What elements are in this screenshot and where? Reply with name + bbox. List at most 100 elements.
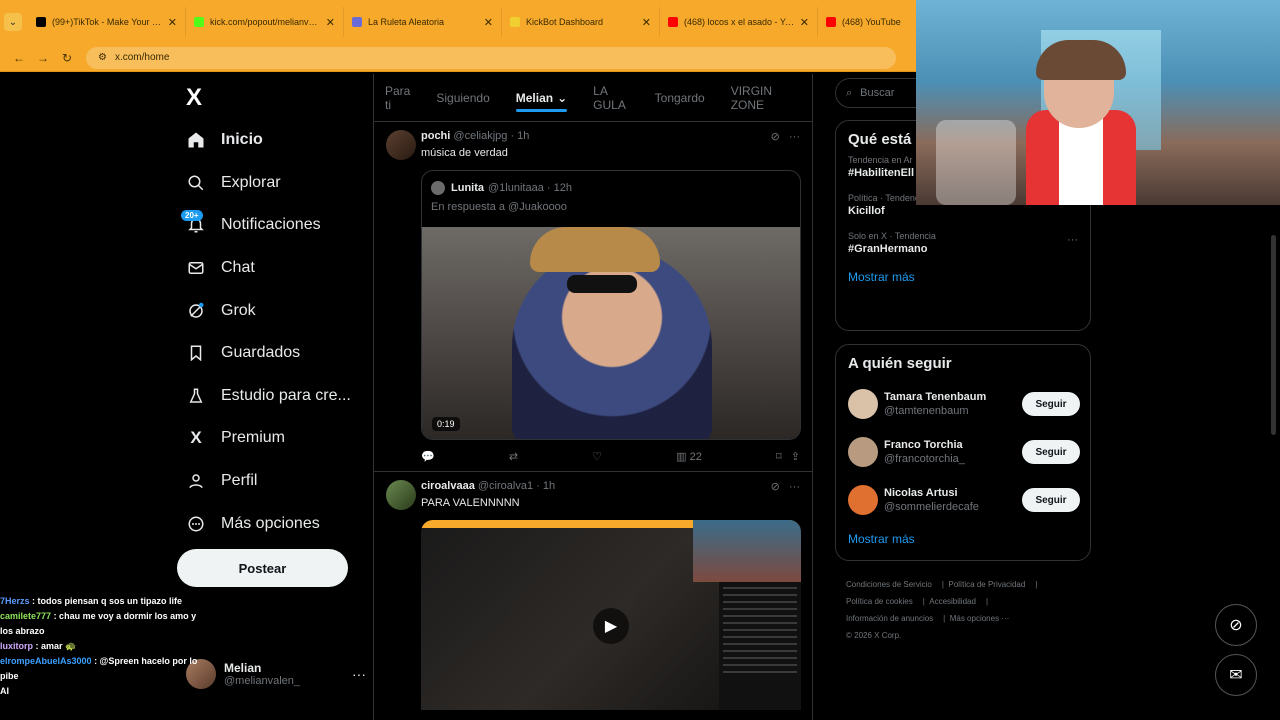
tweet-author-handle[interactable]: @celiakjpg: [453, 130, 507, 142]
scrollbar-thumb[interactable]: [1271, 235, 1276, 435]
reply-icon[interactable]: 💬: [421, 450, 435, 463]
follow-name: Tamara Tenenbaum: [884, 391, 987, 403]
follow-button[interactable]: Seguir: [1022, 440, 1080, 464]
follow-button[interactable]: Seguir: [1022, 488, 1080, 512]
nav-item-notificaciones[interactable]: 20+ Notificaciones: [176, 204, 366, 247]
tab-list-button[interactable]: ⌄: [4, 13, 22, 31]
nav-item-grok[interactable]: Grok: [176, 289, 366, 332]
forward-arrow-icon[interactable]: →: [32, 51, 54, 65]
tab-title: KickBot Dashboard: [526, 17, 604, 27]
nav-label: Explorar: [221, 173, 281, 191]
video-player[interactable]: ▶: [421, 520, 801, 710]
follow-suggestion[interactable]: Franco Torchia @francotorchia_ Seguir: [836, 428, 1090, 476]
like-icon[interactable]: ♡: [592, 450, 602, 463]
trend-name: #GranHermano: [848, 243, 928, 255]
browser-tab[interactable]: KickBot Dashboard ✕: [502, 7, 660, 37]
scrollbar[interactable]: [1270, 205, 1278, 720]
tab-melian[interactable]: Melian ⌄: [515, 74, 568, 122]
views-icon: ▥: [676, 451, 687, 463]
more-dots-icon[interactable]: ···: [789, 131, 800, 143]
tweet-time[interactable]: · 1h: [510, 130, 529, 142]
trend-category: Solo en X · Tendencia: [848, 231, 936, 241]
grok-icon[interactable]: ⊘: [771, 131, 780, 143]
tweet-author-name[interactable]: ciroalvaaa: [421, 480, 475, 492]
video-player[interactable]: 0:19: [422, 227, 800, 439]
main-nav: Inicio Explorar 20+ Notificaciones Chat G…: [176, 119, 366, 545]
nav-item-estudio[interactable]: Estudio para cre...: [176, 375, 366, 418]
video-frame: [530, 227, 660, 272]
tab-siguiendo[interactable]: Siguiendo: [436, 74, 489, 122]
footer-link[interactable]: Accesibilidad: [929, 597, 976, 606]
avatar[interactable]: [386, 130, 416, 160]
grok-icon[interactable]: ⊘: [771, 481, 780, 493]
youtube-favicon-icon: [826, 17, 836, 27]
tab-para-ti[interactable]: Para ti: [385, 74, 410, 122]
address-bar[interactable]: ⚙ x.com/home: [86, 46, 896, 69]
post-button[interactable]: Postear: [177, 549, 348, 587]
nav-item-explorar[interactable]: Explorar: [176, 162, 366, 205]
browser-tab[interactable]: La Ruleta Aleatoria ✕: [344, 7, 502, 37]
show-more-link[interactable]: Mostrar más: [836, 524, 1090, 558]
more-dots-icon[interactable]: ···: [352, 666, 366, 682]
x-logo-icon[interactable]: X: [186, 84, 202, 112]
browser-tab[interactable]: (468) locos x el asado - YouTube ✕: [660, 7, 818, 37]
nav-item-inicio[interactable]: Inicio: [176, 119, 366, 162]
views-count: 22: [689, 451, 702, 463]
tweet[interactable]: pochi @celiakjpg · 1h ⊘ ··· música de ve…: [374, 122, 812, 472]
tab-virgin-zone[interactable]: VIRGIN ZONE: [731, 74, 786, 122]
footer-link[interactable]: Información de anuncios: [846, 614, 933, 623]
share-icon[interactable]: ⇪: [791, 451, 800, 463]
tweet-author-handle[interactable]: @ciroalva1: [478, 480, 533, 492]
tab-close-icon[interactable]: ✕: [168, 16, 177, 29]
flask-icon: [186, 386, 206, 406]
tab-close-icon[interactable]: ✕: [800, 16, 809, 29]
follow-suggestion[interactable]: Nicolas Artusi @sommelierdecafe Seguir: [836, 476, 1090, 524]
tab-close-icon[interactable]: ✕: [326, 16, 335, 29]
quoted-tweet[interactable]: Lunita @1lunitaaa · 12h En respuesta a @J…: [421, 170, 801, 440]
views-button[interactable]: ▥ 22: [676, 450, 702, 463]
tweet-author-name[interactable]: pochi: [421, 130, 450, 142]
nav-item-guardados[interactable]: Guardados: [176, 332, 366, 375]
main-feed: Para ti Siguiendo Melian ⌄ LA GULA Tongar…: [373, 74, 813, 720]
reload-icon[interactable]: ↻: [56, 51, 78, 65]
browser-tab[interactable]: kick.com/popout/melianvalen/ ✕: [186, 7, 344, 37]
messages-fab-icon[interactable]: ✉: [1215, 654, 1257, 696]
footer-link[interactable]: Política de cookies: [846, 597, 913, 606]
tiktok-favicon-icon: [36, 17, 46, 27]
webcam-chair: [936, 120, 1016, 205]
footer-link[interactable]: Condiciones de Servicio: [846, 580, 932, 589]
show-more-link[interactable]: Mostrar más: [836, 262, 1090, 296]
tweet-text: música de verdad: [421, 147, 508, 159]
footer-link[interactable]: Política de Privacidad: [948, 580, 1025, 589]
tab-la-gula[interactable]: LA GULA: [593, 74, 628, 122]
browser-tab[interactable]: (99+)TikTok - Make Your Day ✕: [28, 7, 186, 37]
site-info-icon[interactable]: ⚙: [98, 52, 107, 63]
repost-icon[interactable]: ⇄: [509, 450, 518, 463]
tweet[interactable]: ciroalvaaa @ciroalva1 · 1h ⊘ ··· PARA VA…: [374, 472, 812, 720]
avatar[interactable]: [386, 480, 416, 510]
tab-title: kick.com/popout/melianvalen/: [210, 17, 322, 27]
grok-fab-icon[interactable]: ⊘: [1215, 604, 1257, 646]
tab-title: La Ruleta Aleatoria: [368, 17, 445, 27]
more-dots-icon[interactable]: ···: [789, 481, 800, 493]
footer-link[interactable]: Más opciones ···: [950, 614, 1010, 623]
account-switcher[interactable]: Melian @melianvalen_ ···: [186, 654, 366, 694]
trend-item[interactable]: Solo en X · Tendencia #GranHermano ···: [836, 224, 1090, 262]
webcam-overlay: [916, 0, 1280, 205]
tab-close-icon[interactable]: ✕: [642, 16, 651, 29]
nav-item-perfil[interactable]: Perfil: [176, 460, 366, 503]
play-icon[interactable]: ▶: [593, 608, 629, 644]
tab-close-icon[interactable]: ✕: [484, 16, 493, 29]
bookmark-icon[interactable]: ⌑: [776, 451, 782, 463]
nav-item-premium[interactable]: X Premium: [176, 417, 366, 460]
trend-name: Kicillof: [848, 205, 885, 217]
tab-label: Melian: [515, 90, 554, 105]
tweet-time[interactable]: · 1h: [536, 480, 555, 492]
follow-button[interactable]: Seguir: [1022, 392, 1080, 416]
back-arrow-icon[interactable]: ←: [8, 51, 30, 65]
follow-suggestion[interactable]: Tamara Tenenbaum @tamtenenbaum Seguir: [836, 380, 1090, 428]
nav-item-mas-opciones[interactable]: Más opciones: [176, 502, 366, 545]
more-dots-icon[interactable]: ···: [1067, 234, 1078, 246]
nav-item-chat[interactable]: Chat: [176, 247, 366, 290]
tab-tongardo[interactable]: Tongardo: [655, 74, 705, 122]
